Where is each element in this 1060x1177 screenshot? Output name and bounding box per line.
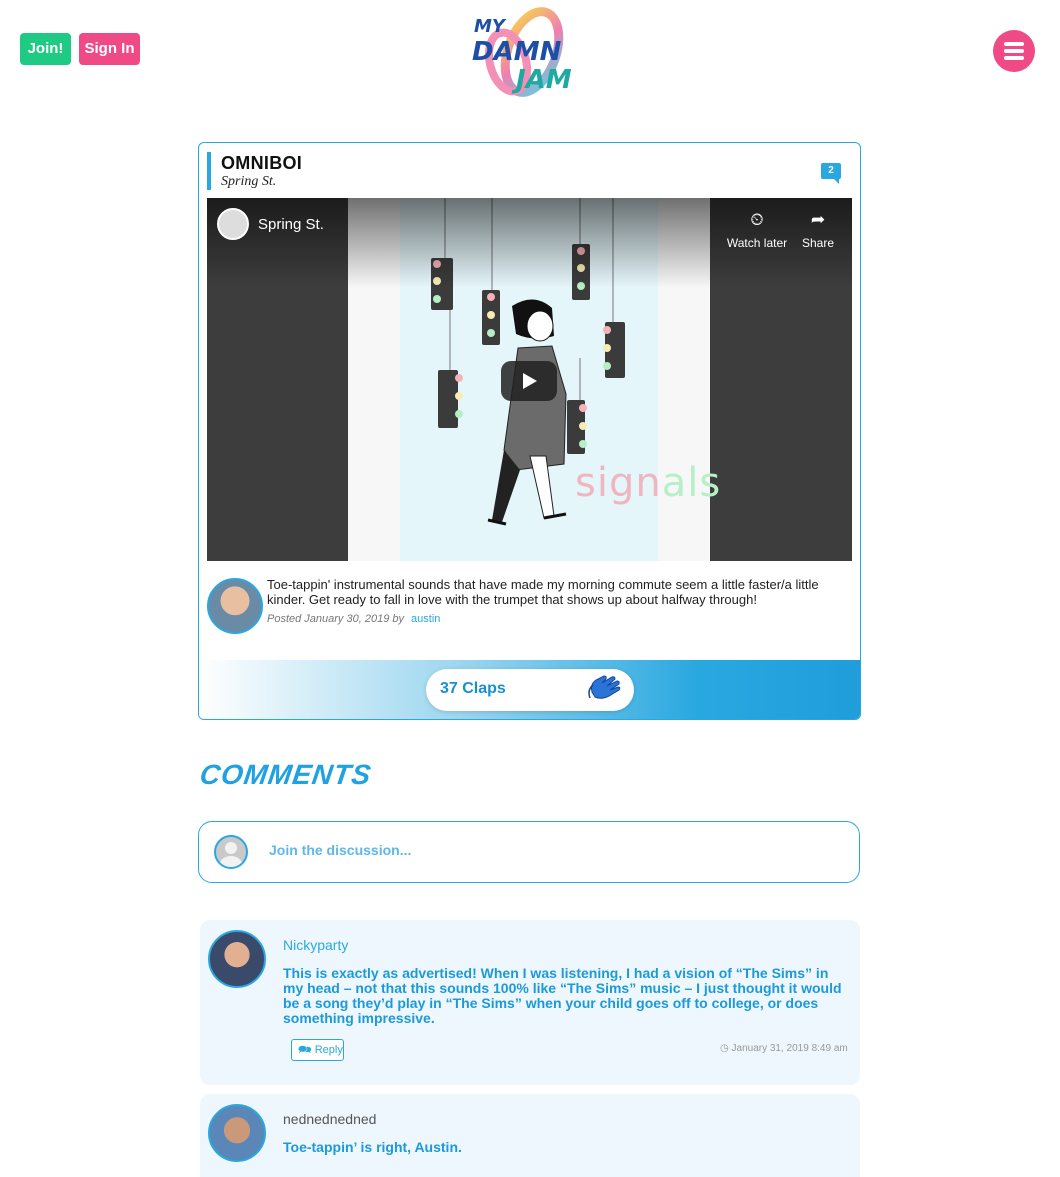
share-arrow-icon: ➦ xyxy=(810,210,826,229)
svg-text:DAMN: DAMN xyxy=(472,37,562,67)
video-overlay-text: signals xyxy=(575,460,722,506)
author-avatar[interactable] xyxy=(207,578,263,634)
comments-heading: COMMENTS xyxy=(197,759,374,790)
share-label: Share xyxy=(801,236,835,250)
comment-text: This is exactly as advertised! When I wa… xyxy=(283,965,842,1026)
hamburger-menu-button[interactable] xyxy=(993,30,1035,72)
menu-bar-icon xyxy=(1004,49,1024,53)
watch-later-label: Watch later xyxy=(726,236,788,250)
post-title-block: OMNIBOI Spring St. xyxy=(207,152,302,190)
post-subtitle: Spring St. xyxy=(221,174,277,189)
reply-label: Reply xyxy=(314,1044,343,1056)
commenter-name[interactable]: nednednedned xyxy=(283,1111,376,1127)
comment-input[interactable]: Join the discussion... xyxy=(198,821,860,883)
clap-bar: 37 Claps xyxy=(199,660,860,719)
video-player[interactable]: Spring St. ⏲ Watch later ➦ Share signals xyxy=(207,198,852,561)
comment-input-placeholder[interactable]: Join the discussion... xyxy=(269,842,411,858)
commenter-avatar[interactable] xyxy=(208,1104,266,1162)
posted-date: Posted January 30, 2019 by xyxy=(267,613,404,625)
share-button[interactable]: ➦ Share xyxy=(783,210,852,250)
sign-in-button[interactable]: Sign In xyxy=(79,33,140,65)
svg-text:MY: MY xyxy=(474,16,507,37)
clap-count: 37 Claps xyxy=(440,680,506,697)
comment-count-badge[interactable]: 2 xyxy=(821,163,841,184)
svg-text:JAM: JAM xyxy=(511,65,572,95)
play-button[interactable] xyxy=(501,361,557,401)
comment-item: nednednedned Toe-tappin’ is right, Austi… xyxy=(200,1094,860,1177)
video-letterbox-left xyxy=(348,198,400,561)
menu-bar-icon xyxy=(1004,56,1024,60)
comment-text: Toe-tappin’ is right, Austin. xyxy=(283,1139,462,1155)
watch-later-button[interactable]: ⏲ Watch later xyxy=(722,210,792,250)
comment-date: January 31, 2019 8:49 am xyxy=(731,1043,848,1054)
post-meta: Posted January 30, 2019 by austin xyxy=(267,613,440,625)
channel-avatar[interactable] xyxy=(217,208,249,240)
join-button[interactable]: Join! xyxy=(20,33,71,65)
comment-timestamp: ◷ January 31, 2019 8:49 am xyxy=(720,1043,848,1054)
default-avatar-icon xyxy=(214,835,248,869)
speech-bubbles-icon: 🗪 xyxy=(298,1044,312,1056)
site-logo[interactable]: MY DAMN JAM xyxy=(468,4,594,98)
video-title[interactable]: Spring St. xyxy=(258,216,324,233)
post-description: Toe-tappin' instrumental sounds that hav… xyxy=(267,577,819,607)
post-title[interactable]: OMNIBOI xyxy=(221,152,302,174)
clock-icon: ⏲ xyxy=(750,210,764,229)
post-card: OMNIBOI Spring St. 2 Spring St. ⏲ Watch … xyxy=(198,142,861,720)
author-link[interactable]: austin xyxy=(411,613,440,625)
menu-bar-icon xyxy=(1004,42,1024,46)
commenter-avatar[interactable] xyxy=(208,930,266,988)
clap-button[interactable]: 37 Claps xyxy=(426,669,634,711)
commenter-name[interactable]: Nickyparty xyxy=(283,937,348,953)
clock-icon: ◷ xyxy=(720,1043,729,1054)
video-letterbox-right xyxy=(658,198,710,561)
clapping-hands-icon xyxy=(586,674,622,713)
reply-button[interactable]: 🗪 Reply xyxy=(291,1039,344,1061)
comment-item: Nickyparty This is exactly as advertised… xyxy=(200,920,860,1085)
